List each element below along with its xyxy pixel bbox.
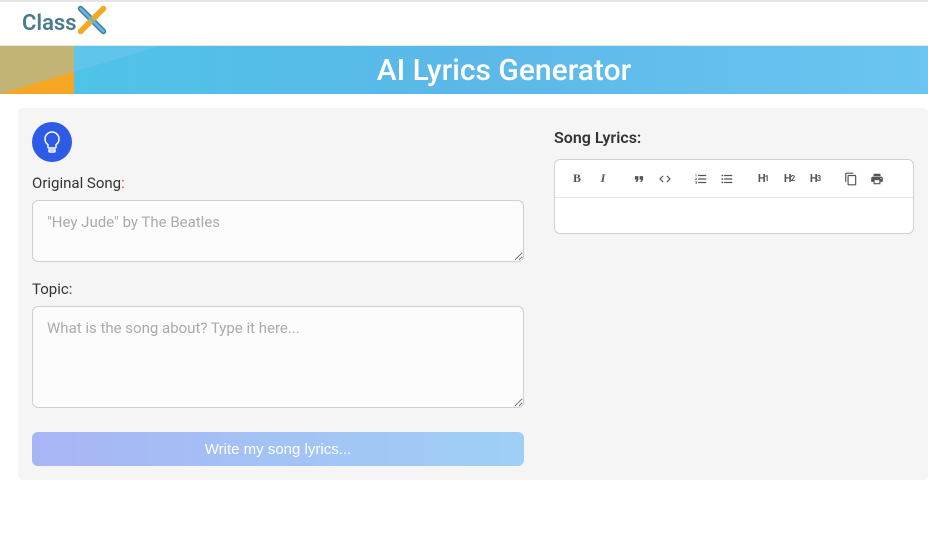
main-content: Original Song: Topic: Write my song lyri…: [18, 108, 928, 480]
print-button[interactable]: [865, 167, 889, 191]
italic-button[interactable]: I: [591, 167, 615, 191]
original-song-input[interactable]: [32, 200, 524, 262]
generate-button[interactable]: Write my song lyrics...: [32, 432, 524, 466]
header: Class: [0, 0, 928, 46]
unordered-list-button[interactable]: [715, 167, 739, 191]
code-icon: [658, 172, 672, 186]
tip-button[interactable]: [32, 122, 72, 162]
h2-button[interactable]: H2: [777, 167, 801, 191]
unordered-list-icon: [720, 172, 734, 186]
code-button[interactable]: [653, 167, 677, 191]
topic-label: Topic:: [32, 280, 524, 298]
editor-content[interactable]: [555, 198, 913, 233]
lightbulb-icon: [40, 130, 64, 154]
ordered-list-icon: [694, 172, 708, 186]
editor-toolbar: B I H1 H2 H3: [555, 160, 913, 198]
input-panel: Original Song: Topic: Write my song lyri…: [32, 122, 524, 466]
ordered-list-button[interactable]: [689, 167, 713, 191]
copy-button[interactable]: [839, 167, 863, 191]
page-title: AI Lyrics Generator: [377, 53, 631, 88]
page-banner: AI Lyrics Generator: [0, 46, 928, 94]
copy-icon: [844, 172, 858, 186]
h1-button[interactable]: H1: [751, 167, 775, 191]
logo-text: Class: [22, 11, 77, 36]
quote-button[interactable]: [627, 167, 651, 191]
h3-button[interactable]: H3: [803, 167, 827, 191]
quote-icon: [632, 172, 646, 186]
output-label: Song Lyrics:: [554, 128, 914, 147]
topic-input[interactable]: [32, 306, 524, 408]
logo-x-icon: [73, 1, 111, 39]
bold-button[interactable]: B: [565, 167, 589, 191]
print-icon: [870, 172, 884, 186]
output-panel: Song Lyrics: B I H1: [554, 122, 914, 466]
lyrics-editor: B I H1 H2 H3: [554, 159, 914, 234]
original-song-label: Original Song:: [32, 174, 524, 192]
logo[interactable]: Class: [22, 9, 111, 39]
